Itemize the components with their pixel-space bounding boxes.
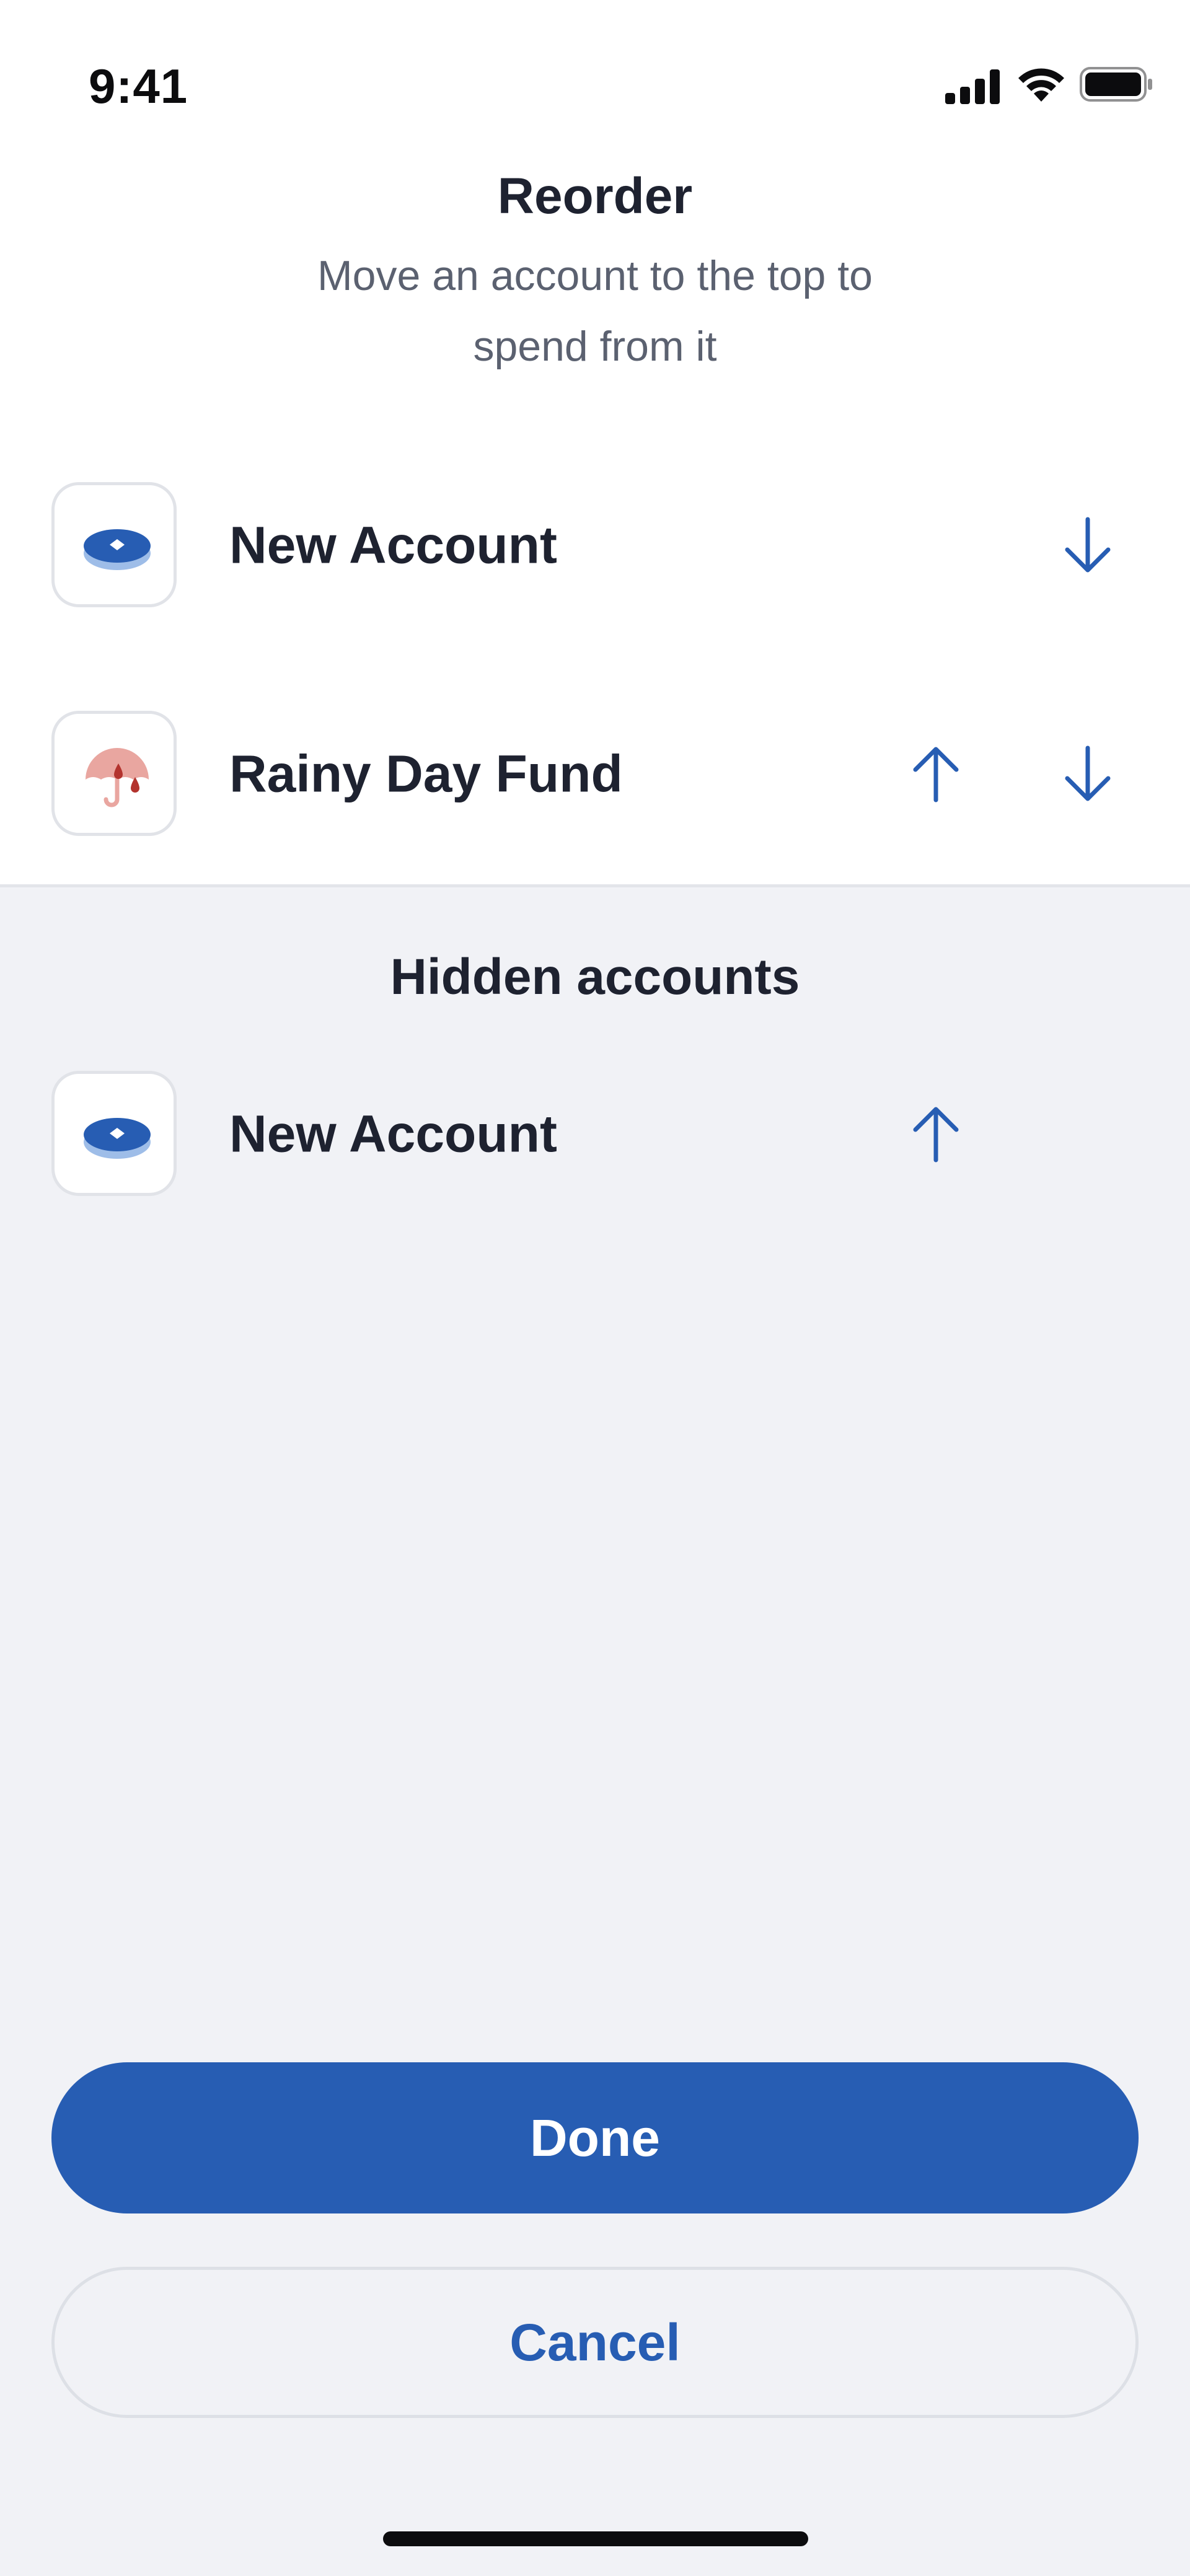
umbrella-icon: [86, 748, 149, 807]
account-name: Rainy Day Fund: [229, 744, 623, 803]
account-icon-tile: [51, 1071, 177, 1196]
wifi-icon: [1018, 68, 1064, 102]
cancel-button[interactable]: Cancel: [51, 2267, 1139, 2418]
arrow-up-icon: [913, 747, 959, 802]
hidden-account-row-new-account: New Account: [0, 1071, 1190, 1197]
home-indicator: [383, 2531, 808, 2546]
account-icon-tile: [51, 482, 177, 607]
page-title: Reorder: [497, 168, 693, 224]
account-row-new-account: New Account: [0, 482, 1190, 609]
savings-pot-icon: [84, 529, 151, 570]
done-button[interactable]: Done: [51, 2062, 1139, 2213]
account-icon-tile: [51, 711, 177, 836]
visible-accounts-panel: 9:41 Reorder Move an account to the top …: [0, 0, 1190, 887]
arrow-up-icon: [913, 1107, 959, 1163]
arrow-down-icon: [1065, 517, 1111, 573]
cellular-signal-icon: [945, 69, 1000, 104]
page-subtitle: Move an account to the top to spend from…: [317, 252, 873, 370]
move-up-button[interactable]: [899, 737, 973, 811]
status-time: 9:41: [89, 59, 188, 113]
account-name: New Account: [229, 516, 557, 574]
move-down-button[interactable]: [1051, 508, 1125, 582]
move-up-button[interactable]: [899, 1097, 973, 1171]
account-row-rainy-day-fund: Rainy Day Fund: [0, 711, 1190, 837]
status-bar: 9:41: [0, 0, 1190, 149]
battery-icon: [1080, 67, 1152, 102]
move-down-button[interactable]: [1051, 737, 1125, 811]
hidden-accounts-heading: Hidden accounts: [390, 949, 800, 1005]
account-name: New Account: [229, 1104, 557, 1163]
arrow-down-icon: [1065, 745, 1111, 801]
savings-pot-icon: [84, 1118, 151, 1159]
